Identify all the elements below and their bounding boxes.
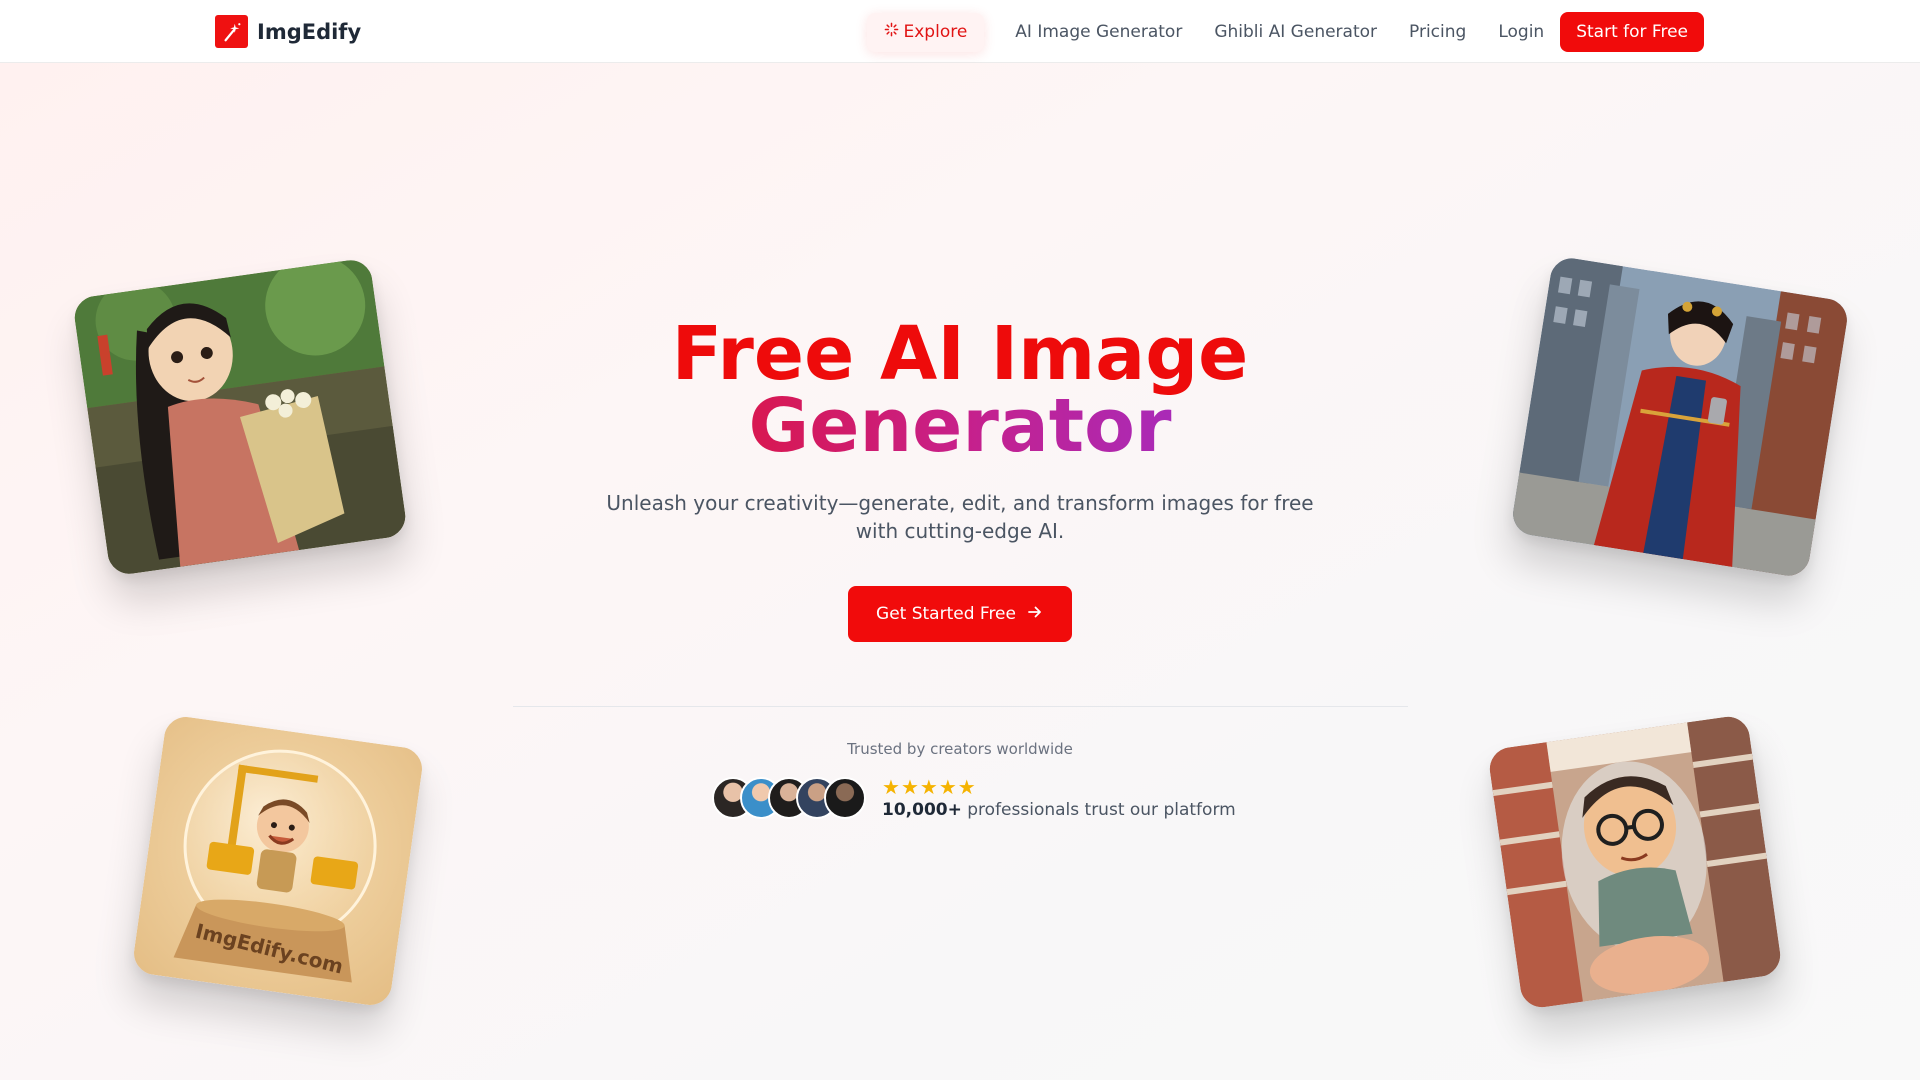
trust-count: 10,000+	[882, 800, 962, 820]
hero-title-line2: Generator	[560, 389, 1360, 463]
arrow-right-icon	[1026, 603, 1044, 626]
hero-subtitle: Unleash your creativity—generate, edit, …	[606, 491, 1314, 543]
hero-title-line1: Free AI Image	[671, 311, 1249, 397]
star-icon: ★	[919, 775, 938, 799]
rating-block: ★ ★ ★ ★ ★ 10,000+ professionals trust ou…	[882, 776, 1236, 820]
sparkle-icon	[884, 22, 899, 42]
start-for-free-button[interactable]: Start for Free	[1560, 12, 1704, 52]
get-started-label: Get Started Free	[876, 604, 1016, 624]
trusted-label: Trusted by creators worldwide	[847, 740, 1073, 758]
gallery-image-hanfu-city[interactable]	[1509, 255, 1851, 579]
nav-explore[interactable]: Explore	[866, 12, 985, 52]
main-nav: Explore AI Image Generator Ghibli AI Gen…	[866, 12, 1704, 52]
avatar-group	[712, 777, 866, 819]
gallery-image-anime-girl[interactable]	[71, 257, 409, 577]
site-header: ImgEdify Explore AI Image Generator Ghib…	[0, 0, 1920, 63]
star-icon: ★	[900, 775, 919, 799]
social-proof: ★ ★ ★ ★ ★ 10,000+ professionals trust ou…	[712, 776, 1236, 820]
trust-description: professionals trust our platform	[967, 800, 1236, 820]
nav-pricing[interactable]: Pricing	[1409, 22, 1466, 42]
avatar	[824, 777, 866, 819]
hero-section: ImgEdify.com Free AI Image Generator Unl…	[0, 63, 1920, 1080]
hero-divider	[513, 706, 1408, 707]
star-icon: ★	[882, 775, 900, 799]
nav-ai-image-generator[interactable]: AI Image Generator	[1015, 22, 1182, 42]
hero-title: Free AI Image Generator	[560, 311, 1360, 463]
star-rating: ★ ★ ★ ★ ★	[882, 776, 1236, 798]
nav-ghibli-ai-generator[interactable]: Ghibli AI Generator	[1214, 22, 1377, 42]
trust-text: 10,000+ professionals trust our platform	[882, 800, 1236, 820]
get-started-button[interactable]: Get Started Free	[848, 586, 1072, 642]
magic-wand-icon	[215, 15, 248, 48]
nav-explore-label: Explore	[903, 22, 968, 42]
gallery-image-snow-globe[interactable]: ImgEdify.com	[131, 714, 425, 1008]
logo[interactable]: ImgEdify	[215, 15, 361, 48]
logo-text: ImgEdify	[257, 19, 362, 44]
gallery-image-figurine[interactable]	[1487, 714, 1783, 1010]
star-icon: ★	[957, 775, 976, 799]
nav-login[interactable]: Login	[1498, 22, 1544, 42]
star-icon: ★	[938, 775, 957, 799]
